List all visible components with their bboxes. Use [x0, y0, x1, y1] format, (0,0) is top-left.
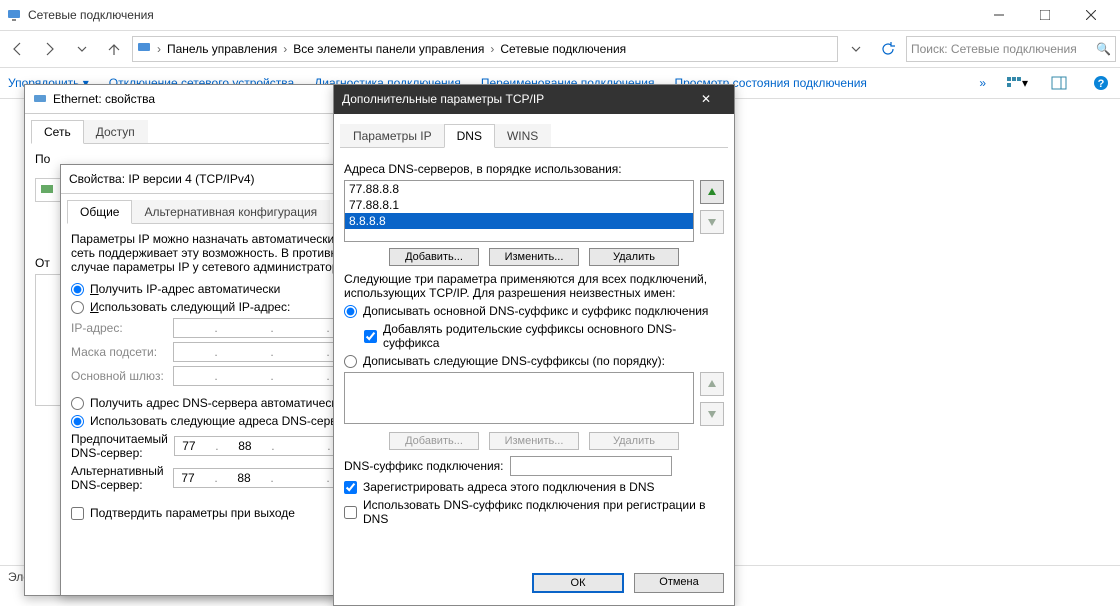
minimize-button[interactable]	[976, 1, 1022, 29]
list-item[interactable]: 77.88.8.1	[345, 197, 693, 213]
list-item[interactable]: 8.8.8.8	[345, 213, 693, 229]
tab-dns[interactable]: DNS	[444, 124, 495, 148]
dialog-footer: ОК Отмена	[334, 567, 734, 599]
advanced-body: Адреса DNS-серверов, в порядке использов…	[334, 148, 734, 538]
tab-access[interactable]: Доступ	[83, 120, 148, 143]
ethernet-icon	[33, 91, 47, 108]
edit-button[interactable]: Изменить...	[489, 248, 579, 266]
radio-custom-suffix[interactable]: Дописывать следующие DNS-суффиксы (по по…	[344, 354, 724, 368]
preview-pane-icon[interactable]	[1048, 72, 1070, 94]
radio-manual-dns[interactable]: Использовать следующие адреса DNS-сервер…	[71, 414, 371, 428]
ethernet-tabs: Сеть Доступ	[31, 120, 329, 144]
advanced-tcpip-dialog: Дополнительные параметры TCP/IP ✕ Параме…	[333, 84, 735, 606]
adapter-icon	[40, 182, 54, 199]
delete-button: Удалить	[589, 432, 679, 450]
svg-text:?: ?	[1098, 78, 1105, 90]
move-down-button	[700, 210, 724, 234]
more-chevron[interactable]: »	[979, 76, 986, 90]
refresh-button[interactable]	[874, 35, 902, 63]
check-use-suffix-reg[interactable]: Использовать DNS-суффикс подключения при…	[344, 498, 724, 526]
tab-wins[interactable]: WINS	[494, 124, 551, 147]
radio-manual-ip[interactable]: Использовать следующий IP-адрес:	[71, 300, 371, 314]
check-register-dns[interactable]: Зарегистрировать адреса этого подключени…	[344, 480, 724, 494]
tab-ip-params[interactable]: Параметры IP	[340, 124, 445, 147]
ok-button[interactable]: ОК	[532, 573, 624, 593]
breadcrumb[interactable]: Панель управления	[167, 42, 277, 56]
check-parent-suffix[interactable]: Добавлять родительские суффиксы основног…	[364, 322, 724, 350]
nav-up-button[interactable]	[100, 35, 128, 63]
radio-auto-dns[interactable]: Получить адрес DNS-сервера автоматически	[71, 396, 371, 410]
dns-list-label: Адреса DNS-серверов, в порядке использов…	[344, 162, 724, 176]
dialog-titlebar: Ethernet: свойства	[25, 85, 335, 114]
network-icon	[6, 7, 22, 23]
nav-recent-button[interactable]	[68, 35, 96, 63]
chevron-right-icon: ›	[155, 42, 163, 56]
list-item[interactable]: 77.88.8.8	[345, 181, 693, 197]
dialog-titlebar: Дополнительные параметры TCP/IP ✕	[334, 85, 734, 114]
alt-dns-label: Альтернативный DNS-сервер:	[71, 464, 167, 492]
search-icon: 🔍	[1096, 42, 1111, 56]
dns-server-list[interactable]: 77.88.8.8 77.88.8.1 8.8.8.8	[344, 180, 694, 242]
breadcrumb[interactable]: Сетевые подключения	[500, 42, 626, 56]
dialog-title: Свойства: IP версии 4 (TCP/IPv4)	[69, 172, 255, 186]
dialog-title: Ethernet: свойства	[53, 92, 155, 106]
delete-button[interactable]: Удалить	[589, 248, 679, 266]
connection-suffix-input[interactable]	[510, 456, 672, 476]
search-placeholder: Поиск: Сетевые подключения	[911, 42, 1077, 56]
move-down-button	[700, 402, 724, 426]
nav-forward-button[interactable]	[36, 35, 64, 63]
tab-general[interactable]: Общие	[67, 200, 132, 224]
tab-alternate[interactable]: Альтернативная конфигурация	[131, 200, 330, 223]
network-icon	[137, 41, 151, 58]
breadcrumb[interactable]: Все элементы панели управления	[293, 42, 484, 56]
chevron-right-icon: ›	[488, 42, 496, 56]
search-input[interactable]: Поиск: Сетевые подключения 🔍	[906, 36, 1116, 62]
cancel-button[interactable]: Отмена	[634, 573, 724, 593]
connection-suffix-label: DNS-суффикс подключения:	[344, 459, 504, 473]
move-up-button[interactable]	[700, 180, 724, 204]
tab-network[interactable]: Сеть	[31, 120, 84, 144]
address-bar[interactable]: › Панель управления › Все элементы панел…	[132, 36, 838, 62]
add-button: Добавить...	[389, 432, 479, 450]
explorer-titlebar: Сетевые подключения	[0, 0, 1120, 31]
explorer-title: Сетевые подключения	[28, 8, 976, 22]
dropdown-button[interactable]	[842, 35, 870, 63]
move-up-button	[700, 372, 724, 396]
ipv4-description: Параметры IP можно назначать автоматичес…	[71, 232, 371, 274]
edit-button: Изменить...	[489, 432, 579, 450]
pref-dns-label: Предпочитаемый DNS-сервер:	[71, 432, 168, 460]
close-button[interactable]: ✕	[686, 92, 726, 106]
suffix-description: Следующие три параметра применяются для …	[344, 272, 724, 300]
advanced-tabs: Параметры IP DNS WINS	[340, 124, 728, 148]
maximize-button[interactable]	[1022, 1, 1068, 29]
navbar: › Панель управления › Все элементы панел…	[0, 31, 1120, 68]
radio-primary-suffix[interactable]: Дописывать основной DNS-суффикс и суффик…	[344, 304, 724, 318]
ip-label: IP-адрес:	[71, 321, 167, 335]
chevron-right-icon: ›	[281, 42, 289, 56]
dialog-title: Дополнительные параметры TCP/IP	[342, 92, 544, 106]
view-options-icon[interactable]: ▾	[1006, 72, 1028, 94]
suffix-list	[344, 372, 694, 424]
radio-auto-ip[interactable]: Получить IP-адрес автоматически	[71, 282, 371, 296]
mask-label: Маска подсети:	[71, 345, 167, 359]
help-icon[interactable]: ?	[1090, 72, 1112, 94]
nav-back-button[interactable]	[4, 35, 32, 63]
gateway-label: Основной шлюз:	[71, 369, 167, 383]
close-button[interactable]	[1068, 1, 1114, 29]
add-button[interactable]: Добавить...	[389, 248, 479, 266]
ipv4-tabs: Общие Альтернативная конфигурация	[67, 200, 375, 224]
check-validate[interactable]: Подтвердить параметры при выходе	[71, 506, 371, 520]
